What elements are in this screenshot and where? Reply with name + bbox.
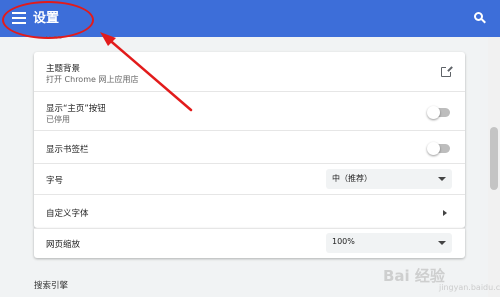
font-size-value: 中（推荐） <box>332 174 372 183</box>
chevron-right-icon <box>443 210 447 216</box>
section-title-search-engine: 搜索引擎 <box>34 281 69 291</box>
custom-fonts-label: 自定义字体 <box>46 209 89 219</box>
scrollbar-thumb[interactable] <box>490 127 498 190</box>
toggle-knob <box>427 142 440 155</box>
custom-fonts-row[interactable]: 自定义字体 <box>34 195 465 228</box>
bookmarks-bar-toggle[interactable] <box>427 142 450 155</box>
open-in-new-icon[interactable] <box>441 66 452 77</box>
theme-label: 主题背景 <box>46 64 81 74</box>
font-size-select[interactable]: 中（推荐） <box>326 169 452 189</box>
bookmarks-bar-row[interactable]: 显示书签栏 <box>34 131 465 164</box>
watermark-url: jingyan.baidu.com <box>439 283 500 292</box>
page-zoom-label: 网页缩放 <box>46 240 81 250</box>
page-zoom-select[interactable]: 100% <box>326 233 452 253</box>
home-button-toggle[interactable] <box>427 106 450 119</box>
dropdown-caret-icon <box>438 241 446 245</box>
watermark-brand: Bai 经验 <box>383 267 445 285</box>
bookmarks-bar-label: 显示书签栏 <box>46 145 89 155</box>
home-button-sublabel: 已停用 <box>46 115 70 124</box>
page-zoom-value: 100% <box>332 237 355 246</box>
home-button-label: 显示“主页”按钮 <box>46 104 106 114</box>
home-button-row[interactable]: 显示“主页”按钮 已停用 <box>34 92 465 131</box>
page-zoom-row: 网页缩放 100% <box>34 228 465 258</box>
annotation-ellipse <box>2 1 94 39</box>
font-size-row: 字号 中（推荐） <box>34 164 465 195</box>
font-size-label: 字号 <box>46 176 64 186</box>
theme-row[interactable]: 主题背景 打开 Chrome 网上应用店 <box>34 52 465 92</box>
theme-sublabel: 打开 Chrome 网上应用店 <box>46 75 139 84</box>
baidu-jingyan-watermark: Bai 经验 jingyan.baidu.com <box>383 259 500 295</box>
search-icon[interactable] <box>474 12 486 24</box>
toggle-knob <box>427 106 440 119</box>
dropdown-caret-icon <box>438 177 446 181</box>
appearance-settings-card: 主题背景 打开 Chrome 网上应用店 显示“主页”按钮 已停用 显示书签栏 … <box>34 52 465 228</box>
